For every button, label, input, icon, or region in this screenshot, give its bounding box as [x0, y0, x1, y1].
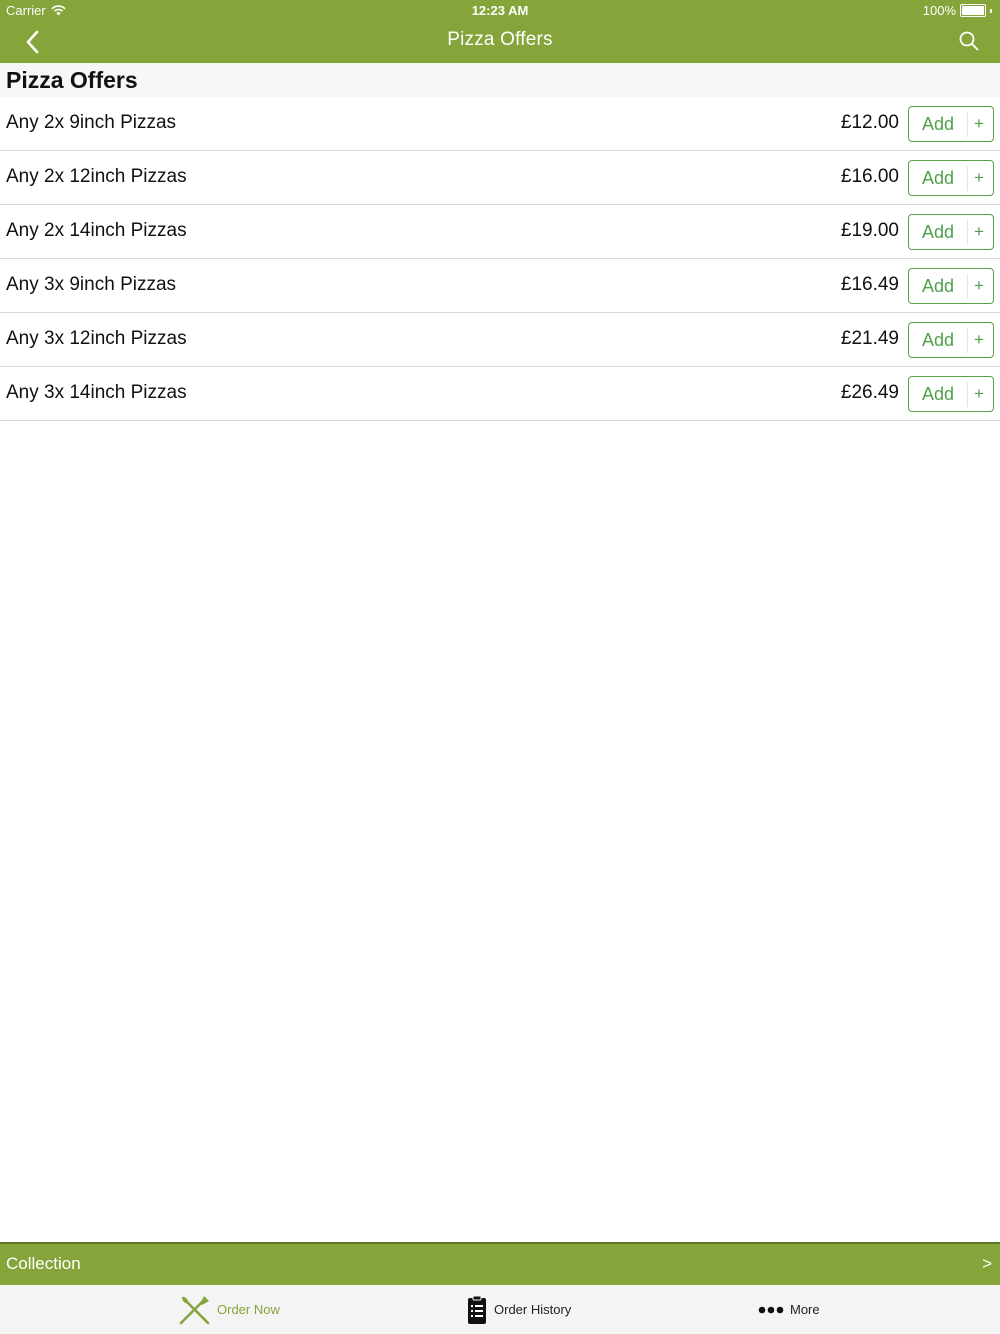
item-price: £26.49 — [840, 382, 899, 403]
add-label: Add — [921, 114, 955, 134]
list-item: Any 3x 9inch Pizzas £16.49 Add + — [0, 259, 1000, 313]
battery-icon — [960, 4, 986, 17]
plus-icon: + — [974, 168, 984, 187]
plus-icon: + — [974, 330, 984, 349]
nav-title: Pizza Offers — [447, 29, 553, 50]
tab-label: More — [790, 1302, 820, 1317]
nav-bar: Pizza Offers — [0, 22, 1000, 63]
clipboard-list-icon — [468, 1295, 486, 1324]
collection-label: Collection — [6, 1254, 81, 1273]
item-price: £16.49 — [840, 274, 899, 295]
list-item: Any 2x 14inch Pizzas £19.00 Add + — [0, 205, 1000, 259]
section-title: Pizza Offers — [6, 67, 138, 93]
add-button[interactable]: Add + — [908, 376, 994, 412]
top-bar: Carrier 12:23 AM 100% Pizza Offers — [0, 0, 1000, 63]
item-price: £21.49 — [840, 328, 899, 349]
add-button[interactable]: Add + — [908, 268, 994, 304]
tab-more[interactable]: More — [758, 1285, 820, 1334]
item-name: Any 3x 9inch Pizzas — [6, 274, 177, 295]
add-label: Add — [921, 168, 955, 188]
collection-bar[interactable]: Collection > — [0, 1242, 1000, 1285]
add-button[interactable]: Add + — [908, 322, 994, 358]
search-icon[interactable] — [958, 30, 980, 52]
item-name: Any 3x 12inch Pizzas — [6, 328, 187, 349]
plus-icon: + — [974, 384, 984, 403]
plus-icon: + — [974, 114, 984, 133]
add-label: Add — [921, 330, 955, 350]
battery-indicator: 100% — [923, 3, 992, 18]
plus-icon: + — [974, 276, 984, 295]
item-price: £12.00 — [840, 112, 899, 133]
tab-bar: Order Now Order History More — [0, 1285, 1000, 1334]
status-bar: Carrier 12:23 AM 100% — [0, 0, 1000, 22]
status-time: 12:23 AM — [471, 3, 529, 18]
tab-label: Order Now — [217, 1302, 280, 1317]
item-name: Any 3x 14inch Pizzas — [6, 382, 187, 403]
item-price: £19.00 — [840, 220, 899, 241]
item-name: Any 2x 9inch Pizzas — [6, 112, 177, 133]
list-item: Any 3x 14inch Pizzas £26.49 Add + — [0, 367, 1000, 421]
section-header: Pizza Offers — [0, 63, 1000, 97]
battery-percent: 100% — [922, 3, 956, 18]
offers-list: Any 2x 9inch Pizzas £12.00 Add + Any 2x … — [0, 97, 1000, 421]
plus-icon: + — [974, 222, 984, 241]
add-label: Add — [921, 222, 955, 242]
fork-knife-icon — [179, 1296, 210, 1325]
tab-order-now[interactable]: Order Now — [178, 1285, 280, 1334]
list-item: Any 2x 9inch Pizzas £12.00 Add + — [0, 97, 1000, 151]
list-item: Any 3x 12inch Pizzas £21.49 Add + — [0, 313, 1000, 367]
add-button[interactable]: Add + — [908, 160, 994, 196]
tab-label: Order History — [494, 1302, 572, 1317]
list-item: Any 2x 12inch Pizzas £16.00 Add + — [0, 151, 1000, 205]
item-name: Any 2x 14inch Pizzas — [6, 220, 187, 241]
add-label: Add — [921, 276, 955, 296]
tab-order-history[interactable]: Order History — [466, 1285, 571, 1334]
add-button[interactable]: Add + — [908, 214, 994, 250]
add-label: Add — [921, 384, 955, 404]
more-dots-icon — [758, 1306, 784, 1313]
item-price: £16.00 — [840, 166, 899, 187]
add-button[interactable]: Add + — [908, 106, 994, 142]
item-name: Any 2x 12inch Pizzas — [6, 166, 187, 187]
collection-arrow-icon: > — [982, 1254, 992, 1273]
